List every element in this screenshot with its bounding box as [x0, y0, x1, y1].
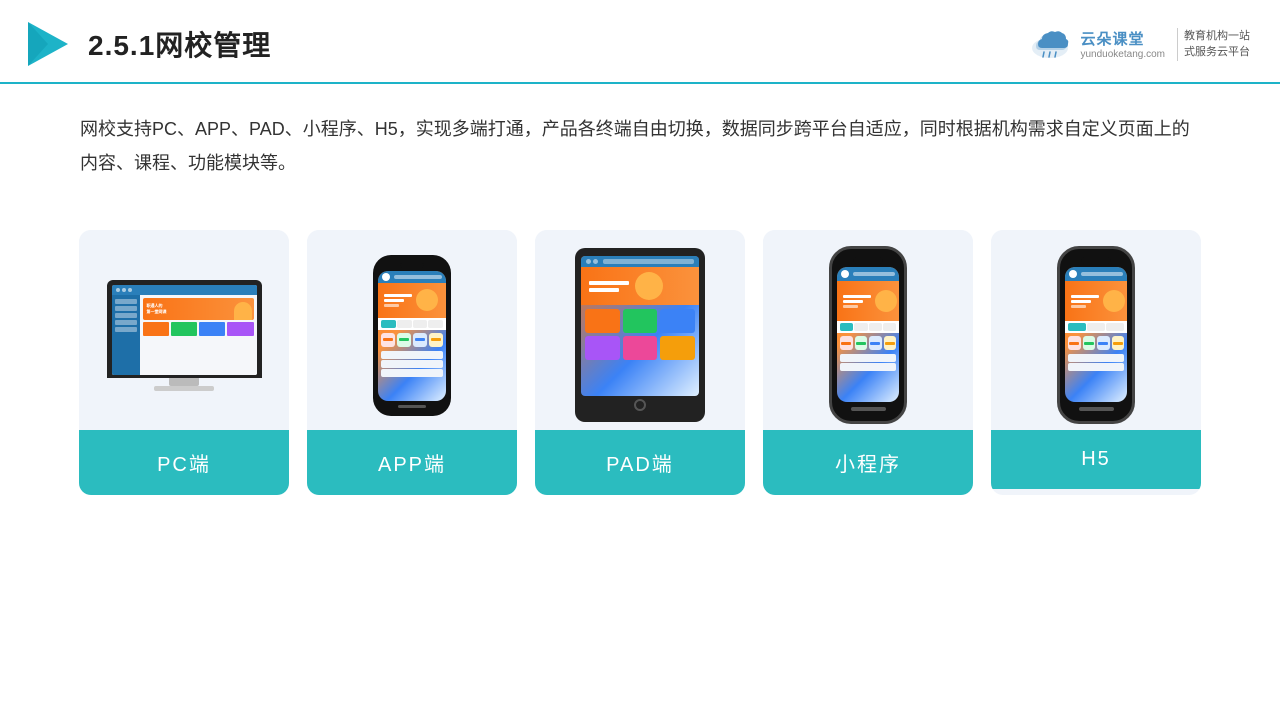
- brand-name: 云朵课堂: [1080, 28, 1144, 49]
- card-miniprogram: 小程序: [763, 230, 973, 495]
- header-left: 2.5.1网校管理: [20, 18, 271, 70]
- card-app-image: [307, 230, 517, 430]
- brand-text: 云朵课堂 yunduoketang.com: [1080, 28, 1165, 60]
- description-text: 网校支持PC、APP、PAD、小程序、H5，实现多端打通，产品各终端自由切换，数…: [0, 84, 1280, 190]
- card-h5: H5: [991, 230, 1201, 495]
- pc-mockup: 职通人的第一堂网课: [107, 280, 262, 391]
- brand-slogan: 教育机构一站 式服务云平台: [1177, 28, 1250, 61]
- card-h5-label: H5: [991, 430, 1201, 489]
- cards-container: 职通人的第一堂网课: [0, 200, 1280, 495]
- card-app-label: APP端: [307, 430, 517, 495]
- header: 2.5.1网校管理 云朵课堂 yunduoketang.com 教育机构一站 式…: [0, 0, 1280, 84]
- card-pad-label: PAD端: [535, 430, 745, 495]
- card-pad-image: [535, 230, 745, 430]
- card-pad: PAD端: [535, 230, 745, 495]
- card-pc: 职通人的第一堂网课: [79, 230, 289, 495]
- card-miniprogram-label: 小程序: [763, 430, 973, 495]
- tablet-mockup: [575, 248, 705, 422]
- card-miniprogram-image: [763, 230, 973, 430]
- brand-cloud-icon: [1028, 26, 1072, 62]
- phone-h5-mockup: [1057, 246, 1135, 424]
- card-pc-image: 职通人的第一堂网课: [79, 230, 289, 430]
- page-title: 2.5.1网校管理: [88, 24, 271, 64]
- phone-app-mockup: [373, 255, 451, 416]
- phone-mini-mockup: [829, 246, 907, 424]
- header-right: 云朵课堂 yunduoketang.com 教育机构一站 式服务云平台: [1028, 26, 1250, 62]
- card-app: APP端: [307, 230, 517, 495]
- card-pc-label: PC端: [79, 430, 289, 495]
- card-h5-image: [991, 230, 1201, 430]
- brand-url: yunduoketang.com: [1080, 49, 1165, 60]
- play-logo-icon: [20, 18, 72, 70]
